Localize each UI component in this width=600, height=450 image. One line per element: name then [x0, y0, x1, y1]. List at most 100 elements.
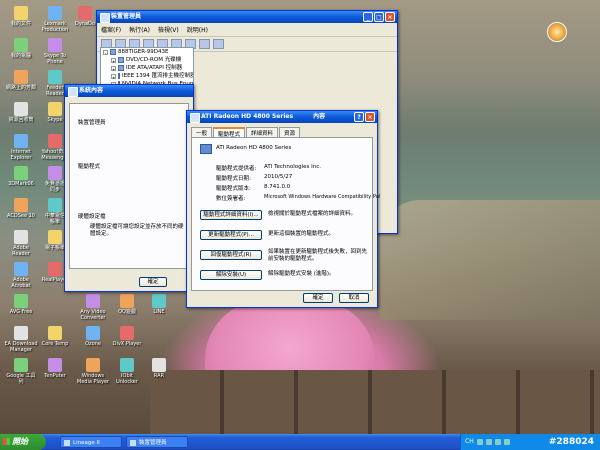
desktop-icon-label: Internet Explorer — [10, 149, 32, 161]
expand-collapse-icon[interactable]: - — [103, 49, 108, 56]
tree-item[interactable]: + DVD/CD-ROM 光碟機 — [101, 56, 193, 64]
tree-item[interactable]: + IDE ATA/ATAPI 控制器 — [101, 64, 193, 72]
app-icon — [14, 198, 28, 212]
desktop-icon-label: EA Download Manager — [4, 341, 38, 353]
app-icon — [78, 6, 92, 20]
app-icon — [14, 134, 28, 148]
desktop-icon[interactable]: ACDSee 10 — [4, 198, 38, 219]
tree-item[interactable]: - 888TIGER-99D43E — [101, 48, 193, 56]
gadget-icon[interactable] — [547, 22, 567, 42]
desktop-icon-label: Lexmark Production — [41, 21, 69, 33]
desktop-icon-label: RAR — [153, 373, 165, 379]
desktop-icon[interactable]: LINE — [142, 294, 176, 315]
taskbar-item-label: 裝置管理員 — [139, 440, 167, 446]
desktop-icon[interactable]: Internet Explorer — [4, 134, 38, 161]
app-icon — [86, 294, 100, 308]
desktop-icon[interactable]: Skype To Phone — [38, 38, 72, 65]
taskbar-item-label: Lineage II — [73, 440, 100, 446]
tree-item[interactable]: + IEEE 1394 匯流排主機控制器 — [101, 72, 193, 80]
desktop-icon[interactable]: Windows Media Player — [76, 358, 110, 385]
taskbar-item-device-manager[interactable]: 裝置管理員 — [126, 436, 188, 448]
maximize-button[interactable]: □ — [374, 12, 384, 22]
system-properties-panel: 裝置管理員 驅動程式 硬體設定檔 硬體設定檔可讓您設定並存放不同的硬體設定。 — [69, 103, 189, 269]
language-indicator[interactable]: CH — [465, 434, 474, 450]
taskbar: 開始 Lineage II 裝置管理員 CH #288024 — [0, 434, 600, 450]
desktop-icon[interactable]: IObit Unlocker — [110, 358, 144, 385]
update-driver-desc: 更新這個裝置的驅動程式。 — [268, 231, 335, 237]
tray-icon[interactable] — [485, 439, 492, 445]
version-key: 驅動程式版本: — [216, 186, 251, 192]
tray-icon[interactable] — [494, 439, 501, 445]
desktop-icon[interactable]: 我的文件 — [4, 6, 38, 27]
desktop-icon[interactable]: Adobe Acrobat — [4, 262, 38, 289]
desktop-icon-label: ACDSee 10 — [7, 213, 35, 219]
expand-collapse-icon[interactable]: + — [111, 57, 116, 64]
menu-help[interactable]: 說明(H) — [187, 25, 208, 34]
desktop-icon[interactable]: Core Temp — [38, 326, 72, 347]
update-driver-button[interactable]: 更新驅動程式(P)... — [200, 230, 262, 240]
provider-value: ATI Technologies Inc. — [264, 164, 322, 170]
device-manager-title: 裝置管理員 — [111, 13, 142, 20]
desktop-icon[interactable]: QQ遊戲 — [110, 294, 144, 315]
start-button[interactable]: 開始 — [0, 434, 46, 450]
desktop-icon-label: 3DMark06 — [8, 181, 34, 187]
help-button[interactable]: ? — [354, 112, 364, 122]
ati-properties-titlebar[interactable]: ATI Radeon HD 4800 Series 內容 ? × — [187, 111, 377, 123]
device-manager-titlebar[interactable]: 裝置管理員 _ □ × — [97, 11, 397, 23]
wallpaper-bench — [150, 370, 600, 434]
desktop-icon-label: Ozone — [85, 341, 101, 347]
desktop-icon[interactable]: 網路上的芳鄰 — [4, 70, 38, 91]
desktop-icon-label: IObit Unlocker — [116, 373, 138, 385]
desktop-icon-label: TenPuter — [44, 373, 66, 379]
date-key: 驅動程式日期: — [216, 176, 251, 182]
desktop-icon[interactable]: 資源回收筒 — [4, 102, 38, 123]
app-icon — [120, 294, 134, 308]
windows-flag-icon — [3, 438, 10, 445]
desktop-icon[interactable]: EA Download Manager — [4, 326, 38, 353]
desktop-icon-label: Any Video Converter — [80, 309, 106, 321]
desktop-icon[interactable]: Adobe Reader — [4, 230, 38, 257]
system-properties-titlebar[interactable]: 系統內容 — [65, 85, 193, 97]
app-icon — [48, 6, 62, 20]
driver-details-button[interactable]: 驅動程式詳細資料(I)... — [200, 210, 262, 220]
expand-collapse-icon[interactable]: + — [111, 73, 116, 80]
app-icon — [48, 326, 62, 340]
minimize-button[interactable]: _ — [363, 12, 373, 22]
desktop-icon[interactable]: 3DMark06 — [4, 166, 38, 187]
disable-icon[interactable] — [199, 39, 210, 49]
uninstall-icon[interactable] — [213, 39, 224, 49]
hardware-profile-label: 硬體設定檔 — [78, 214, 106, 220]
ati-close-button[interactable]: × — [365, 112, 375, 122]
app-icon — [86, 358, 100, 372]
uninstall-driver-button[interactable]: 解除安裝(U) — [200, 270, 262, 280]
tree-item-label: 888TIGER-99D43E — [118, 49, 169, 55]
lineage-icon — [64, 440, 70, 446]
desktop-icon[interactable]: 我的電腦 — [4, 38, 38, 59]
rollback-driver-button[interactable]: 回復驅動程式(R) — [200, 250, 262, 260]
menu-file[interactable]: 檔案(F) — [101, 25, 121, 34]
desktop-icon[interactable]: RAR — [142, 358, 176, 379]
desktop-icon[interactable]: TenPuter — [38, 358, 72, 379]
tray-icon[interactable] — [476, 439, 483, 445]
desktop-icon[interactable]: AVG Free — [4, 294, 38, 315]
ati-ok-button[interactable]: 確定 — [303, 293, 333, 303]
desktop-icon[interactable]: Ozone — [76, 326, 110, 347]
desktop-icon-label: LINE — [153, 309, 165, 315]
desktop-icon[interactable]: Lexmark Production — [38, 6, 72, 33]
device-category-icon — [118, 65, 124, 71]
system-ok-button[interactable]: 確定 — [139, 277, 167, 287]
app-icon — [120, 326, 134, 340]
menu-view[interactable]: 檢視(V) — [158, 25, 179, 34]
tray-icon[interactable] — [503, 439, 510, 445]
desktop-icon[interactable]: Google 工具列 — [4, 358, 38, 385]
device-category-icon — [118, 73, 120, 79]
ati-cancel-button[interactable]: 取消 — [339, 293, 369, 303]
taskbar-item-lineage[interactable]: Lineage II — [60, 436, 122, 448]
desktop-icon[interactable]: DivX Player — [110, 326, 144, 347]
device-manager-icon — [100, 13, 110, 23]
expand-collapse-icon[interactable]: + — [111, 65, 116, 72]
menu-action[interactable]: 執行(A) — [129, 25, 150, 34]
app-icon — [14, 38, 28, 52]
desktop-icon[interactable]: Any Video Converter — [76, 294, 110, 321]
close-button[interactable]: × — [385, 12, 395, 22]
